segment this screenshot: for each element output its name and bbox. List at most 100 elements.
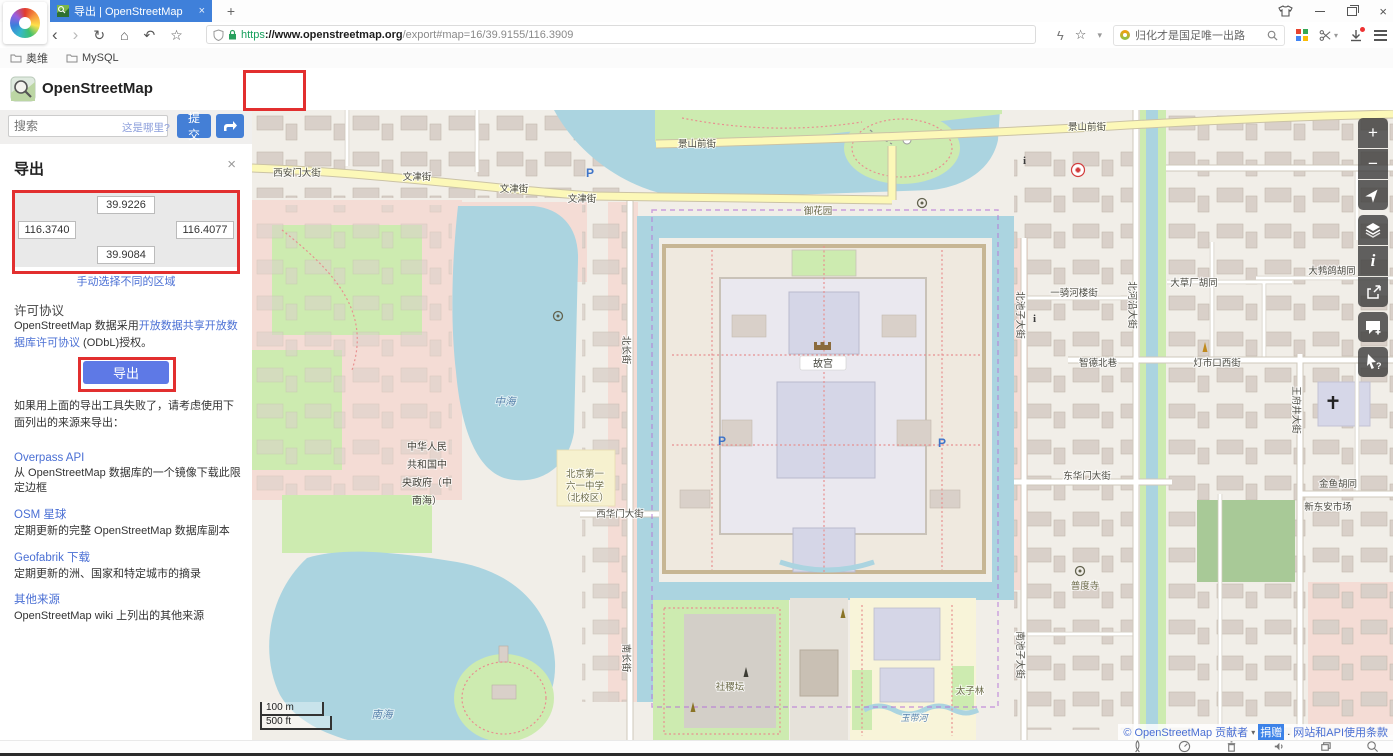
attribution-caret-icon[interactable]: ▾ <box>1251 728 1255 737</box>
quick-search-text[interactable]: 归化才是国足唯一出路 <box>1135 27 1262 43</box>
share-icon <box>1365 284 1382 301</box>
speaker-icon[interactable] <box>1272 740 1285 753</box>
gauge-icon[interactable] <box>1178 740 1191 753</box>
note-bubble-icon <box>1364 319 1382 336</box>
content: 这是哪里? 提交 导出 × 手动选择不同的区域 许可协议 <box>0 110 1393 740</box>
map-attribution: © OpenStreetMap 贡献者 ▾ 捐赠 . 网站和API使用条款 <box>1118 724 1393 740</box>
zoom-out-button[interactable]: − <box>1358 149 1388 179</box>
minimize-button[interactable] <box>1315 11 1325 12</box>
map-canvas[interactable]: i i P P P 西安门大街 文津街 文津街 文津街 景山前街 景山前街 北长… <box>252 110 1393 740</box>
poi-label-pudusi: 普度寺 <box>1071 580 1100 592</box>
area-label-gov: 共和国中 <box>407 458 447 471</box>
export-sources: Overpass API 从 OpenStreetMap 数据库的一个镜像下载此… <box>14 442 244 624</box>
poi-label-shejitan: 社稷坛 <box>716 681 745 693</box>
street-label-dacaochang: 大草厂胡同 <box>1170 277 1218 289</box>
source-link-other[interactable]: 其他来源 <box>14 591 244 607</box>
attribution-osm-link[interactable]: © OpenStreetMap 贡献者 <box>1123 724 1248 740</box>
source-link-planet[interactable]: OSM 星球 <box>14 506 244 522</box>
street-label-jingshanqian: 景山前街 <box>1068 121 1107 133</box>
shield-icon[interactable] <box>213 29 224 41</box>
source-link-geofabrik[interactable]: Geofabrik 下载 <box>14 549 244 565</box>
trash-icon[interactable] <box>1225 740 1238 753</box>
scale-bar: 100 m 500 ft <box>260 702 332 730</box>
url-path: /export#map=16/39.9155/116.3909 <box>403 29 574 41</box>
osm-brand[interactable]: OpenStreetMap <box>42 80 153 97</box>
menu-icon[interactable] <box>1374 30 1387 41</box>
license-pre: OpenStreetMap 数据采用 <box>14 320 139 332</box>
address-bar[interactable]: https://www.openstreetmap.org/export#map… <box>206 25 1036 44</box>
submit-button[interactable]: 提交 <box>177 114 211 138</box>
theme-shirt-icon[interactable] <box>1278 5 1293 17</box>
poi-label-yuhuayuan: 御花园 <box>804 205 833 217</box>
query-features-button[interactable]: ? <box>1358 347 1388 377</box>
bookmark-label: 奥维 <box>26 50 48 66</box>
new-tab-button[interactable]: + <box>220 2 242 21</box>
scissors-caret-icon[interactable]: ▾ <box>1334 31 1338 40</box>
map-container[interactable]: i i P P P 西安门大街 文津街 文津街 文津街 景山前街 景山前街 北长… <box>252 110 1393 740</box>
parking-icon: P <box>938 436 946 450</box>
source-link-overpass[interactable]: Overpass API <box>14 452 244 464</box>
scissors-icon[interactable] <box>1319 29 1332 42</box>
street-label-nanchang: 南长街 <box>620 644 632 673</box>
favorites-star-button[interactable]: ☆ <box>170 27 183 44</box>
export-panel-title: 导出 <box>14 158 44 179</box>
zoom-in-button[interactable]: + <box>1358 118 1388 148</box>
directions-button[interactable] <box>216 114 244 138</box>
reload-button[interactable]: ↻ <box>93 27 105 44</box>
bound-input-top[interactable] <box>97 196 155 214</box>
page-star-icon[interactable]: ☆ <box>1075 27 1087 43</box>
home-button[interactable]: ⌂ <box>120 27 128 43</box>
search-icon[interactable] <box>1267 30 1278 41</box>
street-label-beichizi: 北池子大街 <box>1014 291 1026 339</box>
statusbar-icons <box>1131 740 1379 753</box>
bookmark-item-aowei[interactable]: 奥维 <box>10 50 48 66</box>
browser-tab[interactable]: 导出 | OpenStreetMap × <box>50 0 212 22</box>
close-button[interactable]: × <box>1379 4 1387 19</box>
apps-grid-icon[interactable] <box>1296 29 1308 41</box>
dropdown-caret-icon[interactable]: ▾ <box>1097 30 1102 41</box>
search-row: 这是哪里? 提交 <box>0 110 252 145</box>
info-icon: i <box>1033 313 1036 325</box>
locate-button[interactable] <box>1358 180 1388 210</box>
street-label-wenjin: 文津街 <box>403 171 432 183</box>
bound-input-right[interactable] <box>176 221 234 239</box>
sidebar: 这是哪里? 提交 导出 × 手动选择不同的区域 许可协议 <box>0 110 252 740</box>
undo-button[interactable]: ↶ <box>144 27 156 44</box>
license-heading: 许可协议 <box>14 300 64 319</box>
street-label-wenjin: 文津街 <box>568 193 597 205</box>
bound-input-left[interactable] <box>18 221 76 239</box>
where-is-this-link[interactable]: 这是哪里? <box>122 120 170 135</box>
share-button[interactable] <box>1358 277 1388 307</box>
zoom-lens-icon[interactable] <box>1366 740 1379 753</box>
maximize-button[interactable] <box>1347 7 1357 16</box>
street-label-zhidebei: 智德北巷 <box>1079 357 1118 369</box>
osm-header: OpenStreetMap 编辑 ▾ 历史 导出 GPS 轨迹 用户日记 著作权… <box>0 68 1393 110</box>
donate-link[interactable]: 捐赠 <box>1258 724 1284 740</box>
manual-select-link[interactable]: 手动选择不同的区域 <box>0 273 252 289</box>
forward-button[interactable]: › <box>73 25 79 45</box>
windows-layout-icon[interactable] <box>1319 740 1332 753</box>
svg-text:i: i <box>1033 313 1036 325</box>
tab-title: 导出 | OpenStreetMap <box>74 3 194 19</box>
layers-button[interactable] <box>1358 215 1388 245</box>
tab-close-icon[interactable]: × <box>199 5 205 17</box>
source-desc-other: OpenStreetMap wiki 上列出的其他来源 <box>14 609 244 624</box>
street-label-dabege: 大鹁鸽胡同 <box>1308 265 1356 277</box>
lightning-icon[interactable]: ϟ <box>1057 28 1064 43</box>
map-info-button[interactable]: i <box>1358 246 1388 276</box>
bound-input-bottom[interactable] <box>97 246 155 264</box>
export-button[interactable]: 导出 <box>83 361 169 384</box>
window-controls: × <box>1278 0 1387 22</box>
rocket-icon[interactable] <box>1131 740 1144 753</box>
poi-label-taizilin: 太子林 <box>956 685 985 697</box>
bookmark-item-mysql[interactable]: MySQL <box>66 52 119 64</box>
back-button[interactable]: ‹ <box>52 25 58 45</box>
quick-search-box[interactable]: 归化才是国足唯一出路 <box>1113 25 1285 46</box>
export-panel-close-icon[interactable]: × <box>227 156 236 173</box>
add-note-button[interactable] <box>1358 312 1388 342</box>
poi-label-school: 六一中学 <box>566 480 604 492</box>
terms-link[interactable]: 网站和API使用条款 <box>1293 724 1388 740</box>
browser-logo[interactable] <box>3 2 47 44</box>
poi-label-gugong: 故宫 <box>813 357 833 370</box>
nav-icons: ‹ › ↻ ⌂ ↶ ☆ <box>52 22 183 48</box>
